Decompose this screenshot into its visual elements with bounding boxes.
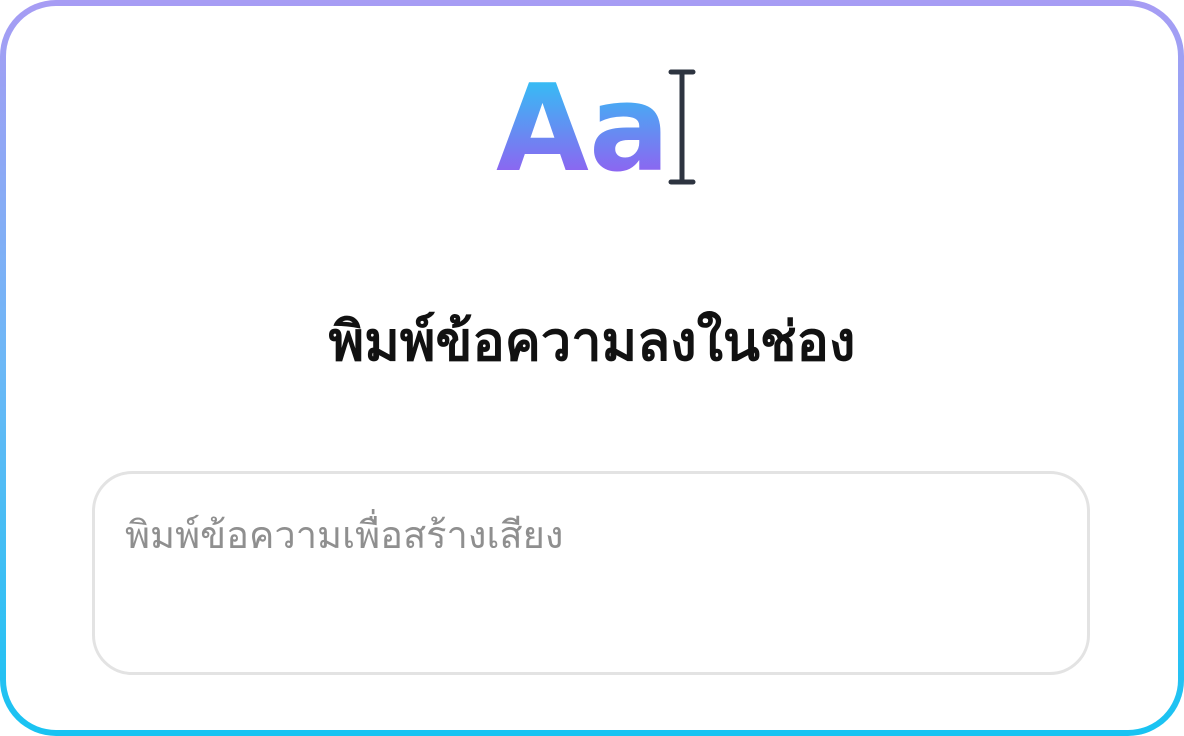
text-cursor-icon: [668, 69, 696, 185]
logo-text: Aa: [496, 62, 670, 192]
text-input[interactable]: [92, 471, 1090, 675]
aa-text-icon: Aa: [496, 62, 696, 192]
text-logo-icon: Aa: [496, 62, 706, 192]
text-to-speech-card: Aa พิมพ์ข้อความลงในช่อง: [6, 6, 1178, 730]
page-title: พิมพ์ข้อความลงในช่อง: [328, 310, 856, 373]
card-gradient-border: Aa พิมพ์ข้อความลงในช่อง: [0, 0, 1184, 736]
